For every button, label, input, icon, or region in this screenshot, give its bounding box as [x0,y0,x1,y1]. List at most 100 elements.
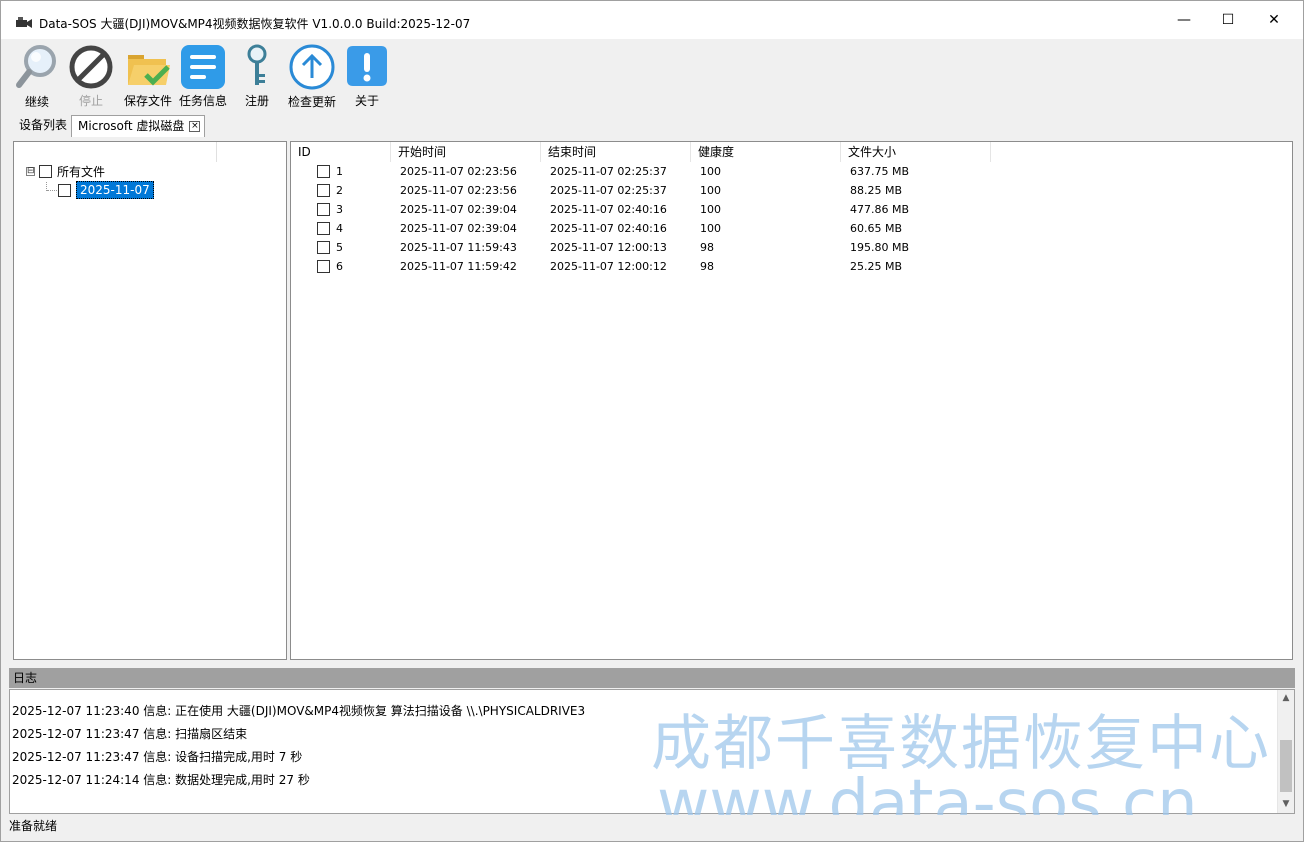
save-file-label: 保存文件 [123,94,172,108]
stop-icon [67,43,115,90]
list-header: ID 开始时间 结束时间 健康度 文件大小 [291,142,1292,162]
row-size: 195.80 MB [850,241,910,254]
row-health: 100 [700,222,721,235]
row-checkbox[interactable] [317,165,330,178]
row-health: 100 [700,184,721,197]
row-start: 2025-11-07 02:39:04 [400,203,517,216]
scroll-down-icon[interactable]: ▼ [1278,796,1294,813]
row-size: 88.25 MB [850,184,903,197]
window-title: Data-SOS 大疆(DJI)MOV&MP4视频数据恢复软件 V1.0.0.0… [39,17,471,31]
save-file-button[interactable]: 保存文件 [121,43,175,109]
continue-button[interactable]: 继续 [13,43,61,109]
table-row[interactable]: 6 2025-11-07 11:59:42 2025-11-07 12:00:1… [291,257,991,276]
scroll-up-icon[interactable]: ▲ [1278,690,1294,707]
log-panel[interactable]: 2025-12-07 11:23:40 信息: 正在使用 大疆(DJI)MOV&… [9,689,1295,814]
row-health: 100 [700,203,721,216]
row-health: 98 [700,241,714,254]
row-id: 3 [336,203,343,216]
row-id: 6 [336,260,343,273]
stop-label: 停止 [78,94,103,108]
column-file-size[interactable]: 文件大小 [841,142,991,162]
magnifier-icon [13,43,61,91]
row-health: 98 [700,260,714,273]
column-id[interactable]: ID [291,142,391,162]
row-end: 2025-11-07 12:00:13 [550,241,667,254]
camera-app-icon [16,17,32,28]
check-update-button[interactable]: 检查更新 [285,43,339,109]
row-checkbox[interactable] [317,260,330,273]
all-files-label: 所有文件 [57,164,106,179]
register-label: 注册 [244,94,269,108]
row-start: 2025-11-07 11:59:42 [400,260,517,273]
tab-strip: 设备列表 Microsoft 虚拟磁盘 × [1,113,1303,137]
table-row[interactable]: 5 2025-11-07 11:59:43 2025-11-07 12:00:1… [291,238,991,257]
close-button[interactable]: ✕ [1251,1,1297,39]
tree-node-all-files[interactable]: ⊟ 所有文件 [26,162,105,180]
row-size: 60.65 MB [850,222,903,235]
row-start: 2025-11-07 11:59:43 [400,241,517,254]
file-tree: ⊟ 所有文件 2025-11-07 [13,141,287,660]
column-start-time[interactable]: 开始时间 [391,142,541,162]
row-id: 1 [336,165,343,178]
key-icon [233,43,281,90]
table-row[interactable]: 4 2025-11-07 02:39:04 2025-11-07 02:40:1… [291,219,991,238]
scroll-thumb[interactable] [1280,740,1292,792]
status-text: 准备就绪 [9,819,58,833]
row-checkbox[interactable] [317,241,330,254]
tree-connector [47,190,57,191]
all-files-checkbox[interactable] [39,164,52,178]
row-start: 2025-11-07 02:23:56 [400,165,517,178]
stop-button[interactable]: 停止 [67,43,115,109]
status-bar: 准备就绪 [1,815,1303,841]
date-checkbox[interactable] [58,183,71,197]
exclamation-icon [343,43,391,90]
row-end: 2025-11-07 02:25:37 [550,184,667,197]
row-checkbox[interactable] [317,203,330,216]
tree-column-divider [216,142,217,162]
log-line: 2025-12-07 11:23:47 信息: 设备扫描完成,用时 7 秒 [12,750,303,764]
tab-close-icon[interactable]: × [189,121,201,132]
collapse-icon[interactable]: ⊟ [26,166,35,176]
row-end: 2025-11-07 02:40:16 [550,203,667,216]
app-window: Data-SOS 大疆(DJI)MOV&MP4视频数据恢复软件 V1.0.0.0… [0,0,1304,842]
row-checkbox[interactable] [317,222,330,235]
row-start: 2025-11-07 02:23:56 [400,184,517,197]
row-id: 4 [336,222,343,235]
row-end: 2025-11-07 12:00:12 [550,260,667,273]
tab-device-list[interactable]: 设备列表 [13,115,73,137]
row-size: 25.25 MB [850,260,903,273]
file-list: ID 开始时间 结束时间 健康度 文件大小 1 2025-11-07 02:23… [290,141,1293,660]
row-checkbox[interactable] [317,184,330,197]
table-row[interactable]: 1 2025-11-07 02:23:56 2025-11-07 02:25:3… [291,162,991,181]
row-end: 2025-11-07 02:25:37 [550,165,667,178]
date-label: 2025-11-07 [76,181,154,199]
maximize-button[interactable]: ☐ [1205,1,1251,39]
row-size: 637.75 MB [850,165,910,178]
column-end-time[interactable]: 结束时间 [541,142,691,162]
tab-virtual-disk[interactable]: Microsoft 虚拟磁盘 × [71,115,206,137]
task-info-label: 任务信息 [178,94,227,108]
table-row[interactable]: 2 2025-11-07 02:23:56 2025-11-07 02:25:3… [291,181,991,200]
table-row[interactable]: 3 2025-11-07 02:39:04 2025-11-07 02:40:1… [291,200,991,219]
tree-node-date[interactable]: 2025-11-07 [58,181,154,199]
continue-label: 继续 [24,95,49,109]
column-health[interactable]: 健康度 [691,142,841,162]
check-update-label: 检查更新 [287,95,336,109]
row-size: 477.86 MB [850,203,910,216]
log-line: 2025-12-07 11:23:40 信息: 正在使用 大疆(DJI)MOV&… [12,704,586,718]
document-lines-icon [179,43,227,90]
log-line: 2025-12-07 11:23:47 信息: 扫描扇区结束 [12,727,248,741]
about-label: 关于 [354,94,379,108]
register-button[interactable]: 注册 [233,43,281,109]
minimize-button[interactable]: — [1161,1,1207,39]
title-bar: Data-SOS 大疆(DJI)MOV&MP4视频数据恢复软件 V1.0.0.0… [1,1,1303,39]
log-title: 日志 [9,668,1295,688]
log-scrollbar[interactable]: ▲ ▼ [1277,690,1294,813]
log-line: 2025-12-07 11:24:14 信息: 数据处理完成,用时 27 秒 [12,773,310,787]
row-id: 2 [336,184,343,197]
arrow-up-circle-icon [288,43,336,91]
row-start: 2025-11-07 02:39:04 [400,222,517,235]
about-button[interactable]: 关于 [343,43,391,109]
folder-check-icon [124,43,172,90]
task-info-button[interactable]: 任务信息 [177,43,229,109]
